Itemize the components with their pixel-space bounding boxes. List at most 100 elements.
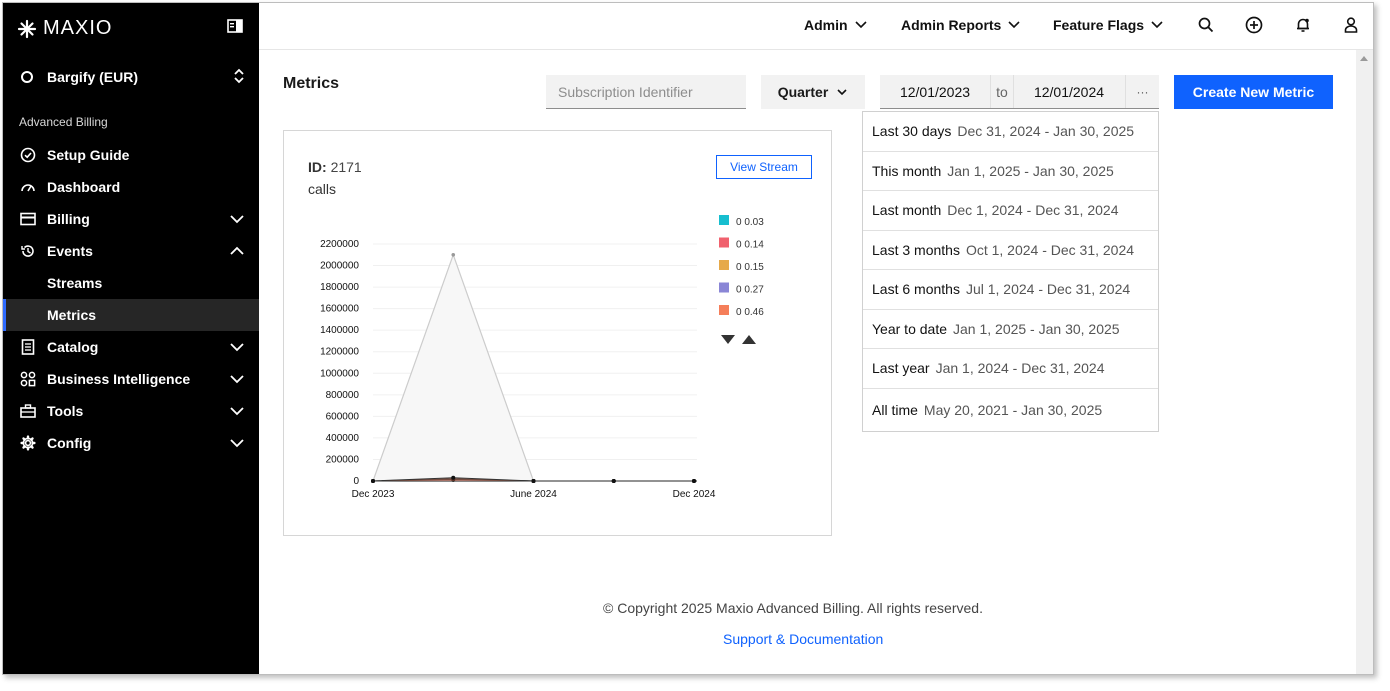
sidebar-item-events[interactable]: Events (3, 235, 259, 267)
maxio-logo[interactable]: MAXIO (17, 17, 112, 40)
chevron-down-icon (854, 21, 867, 29)
menu-admin-reports[interactable]: Admin Reports (901, 17, 1021, 33)
legend-label: 0 0.46 (736, 307, 764, 318)
legend-swatch (719, 260, 729, 270)
range-option[interactable]: Last month Dec 1, 2024 - Dec 31, 2024 (863, 191, 1158, 231)
check-circle-icon (19, 146, 37, 164)
create-new-metric-button[interactable]: Create New Metric (1174, 75, 1333, 109)
legend-page-up-icon[interactable] (742, 335, 756, 344)
legend-label: 0 0.14 (736, 240, 764, 251)
range-option-label: Last year (872, 360, 930, 377)
sidebar-item-label: Tools (47, 403, 84, 419)
menu-feature-flags-label: Feature Flags (1053, 17, 1145, 33)
date-range-menu: Last 30 days Dec 31, 2024 - Jan 30, 2025 T… (862, 111, 1159, 432)
chevron-down-icon (229, 339, 245, 358)
range-option-label: Last 30 days (872, 123, 952, 140)
sidebar-item-catalog[interactable]: Catalog (3, 331, 259, 363)
legend-swatch (719, 305, 729, 315)
sidebar-item-label: Dashboard (47, 179, 121, 195)
sidebar-subitem-streams[interactable]: Streams (3, 267, 259, 299)
sidebar-item-label: Catalog (47, 339, 99, 355)
sidebar: MAXIO Bargify (EUR) Advanced Billing Set… (3, 3, 259, 674)
sidebar-nav: Setup Guide Dashboard Billing Events Str… (3, 139, 259, 459)
series-point (611, 479, 616, 483)
range-option[interactable]: Last year Jan 1, 2024 - Dec 31, 2024 (863, 349, 1158, 389)
chevron-down-icon (229, 371, 245, 390)
legend-page-down-icon[interactable] (721, 335, 735, 344)
sidebar-item-dashboard[interactable]: Dashboard (3, 171, 259, 203)
range-option[interactable]: Last 3 months Oct 1, 2024 - Dec 31, 2024 (863, 231, 1158, 270)
sidebar-item-tools[interactable]: Tools (3, 395, 259, 427)
menu-admin-label: Admin (804, 17, 848, 33)
range-option-label: Last month (872, 202, 942, 219)
scroll-up-arrow-icon[interactable] (1360, 56, 1368, 61)
menu-feature-flags[interactable]: Feature Flags (1053, 17, 1164, 33)
sidebar-subitem-metrics[interactable]: Metrics (3, 299, 259, 331)
sidebar-item-label: Business Intelligence (47, 371, 191, 387)
org-status-icon (21, 71, 33, 83)
add-circle-icon[interactable] (1245, 16, 1263, 39)
sidebar-item-billing[interactable]: Billing (3, 203, 259, 235)
x-tick-label: Dec 2024 (673, 489, 716, 500)
x-tick-label: June 2024 (510, 489, 557, 500)
chevron-down-icon (229, 435, 245, 454)
chevron-up-icon (229, 243, 245, 262)
range-option[interactable]: This month Jan 1, 2025 - Jan 30, 2025 (863, 152, 1158, 191)
y-tick-label: 400000 (326, 433, 360, 444)
legend-swatch (719, 237, 729, 248)
logo-text: MAXIO (43, 17, 113, 39)
support-documentation-link[interactable]: Support & Documentation (723, 631, 883, 647)
series-point (451, 252, 456, 257)
series-point (451, 475, 456, 480)
user-icon[interactable] (1343, 16, 1359, 39)
sidebar-item-label: Events (47, 243, 93, 259)
range-option-label: Last 3 months (872, 241, 960, 258)
gear-icon (19, 434, 37, 452)
legend-label: 0 0.15 (736, 262, 764, 273)
range-option[interactable]: Last 6 months Jul 1, 2024 - Dec 31, 2024 (863, 270, 1158, 310)
range-option-dates: Jan 1, 2025 - Jan 30, 2025 (953, 320, 1120, 337)
y-tick-label: 1400000 (320, 325, 359, 336)
search-icon[interactable] (1197, 16, 1215, 39)
range-option-label: Year to date (872, 320, 947, 337)
page-title: Metrics (283, 75, 340, 92)
card-icon (19, 210, 37, 228)
sidebar-toggle-icon[interactable] (227, 19, 243, 38)
menu-admin[interactable]: Admin (804, 17, 868, 33)
chevron-down-icon (1008, 21, 1020, 29)
range-option[interactable]: All time May 20, 2021 - Jan 30, 2025 (863, 389, 1158, 431)
range-option[interactable]: Last 30 days Dec 31, 2024 - Jan 30, 2025 (863, 112, 1158, 152)
range-option-dates: Jan 1, 2024 - Dec 31, 2024 (935, 360, 1105, 377)
grid-icon (19, 370, 37, 388)
maxio-logo-icon (17, 19, 37, 38)
legend-swatch (719, 282, 729, 293)
y-tick-label: 600000 (326, 411, 360, 422)
range-option[interactable]: Year to date Jan 1, 2025 - Jan 30, 2025 (863, 310, 1158, 349)
sidebar-item-config[interactable]: Config (3, 427, 259, 459)
subscription-identifier-input[interactable] (546, 75, 746, 109)
series-point (371, 479, 375, 483)
more-options-button[interactable]: ··· (1125, 75, 1159, 108)
y-tick-label: 2000000 (320, 261, 359, 272)
x-tick-label: Dec 2023 (352, 489, 395, 500)
range-option-dates: May 20, 2021 - Jan 30, 2025 (923, 401, 1103, 418)
period-select[interactable]: Quarter (761, 75, 865, 109)
legend-label: 0 0.27 (736, 285, 764, 296)
legend-label: 0 0.03 (736, 217, 764, 228)
range-option-label: Last 6 months (872, 281, 960, 298)
vertical-scrollbar[interactable] (1356, 50, 1373, 674)
date-to-field[interactable]: 12/01/2024 (1014, 75, 1124, 108)
org-switcher[interactable]: Bargify (EUR) (19, 68, 245, 85)
document-icon (19, 338, 37, 356)
notification-icon[interactable] (1294, 16, 1312, 39)
gauge-icon (19, 178, 37, 196)
chevron-down-icon (1151, 21, 1163, 29)
date-from-field[interactable]: 12/01/2023 (880, 75, 990, 108)
y-tick-label: 800000 (326, 390, 360, 401)
sidebar-item-business-intelligence[interactable]: Business Intelligence (3, 363, 259, 395)
menu-admin-reports-label: Admin Reports (901, 17, 1002, 33)
y-tick-label: 1600000 (320, 304, 359, 315)
sidebar-item-setup-guide[interactable]: Setup Guide (3, 139, 259, 171)
range-option-label: All time (872, 401, 918, 418)
chevron-down-icon (837, 89, 847, 96)
